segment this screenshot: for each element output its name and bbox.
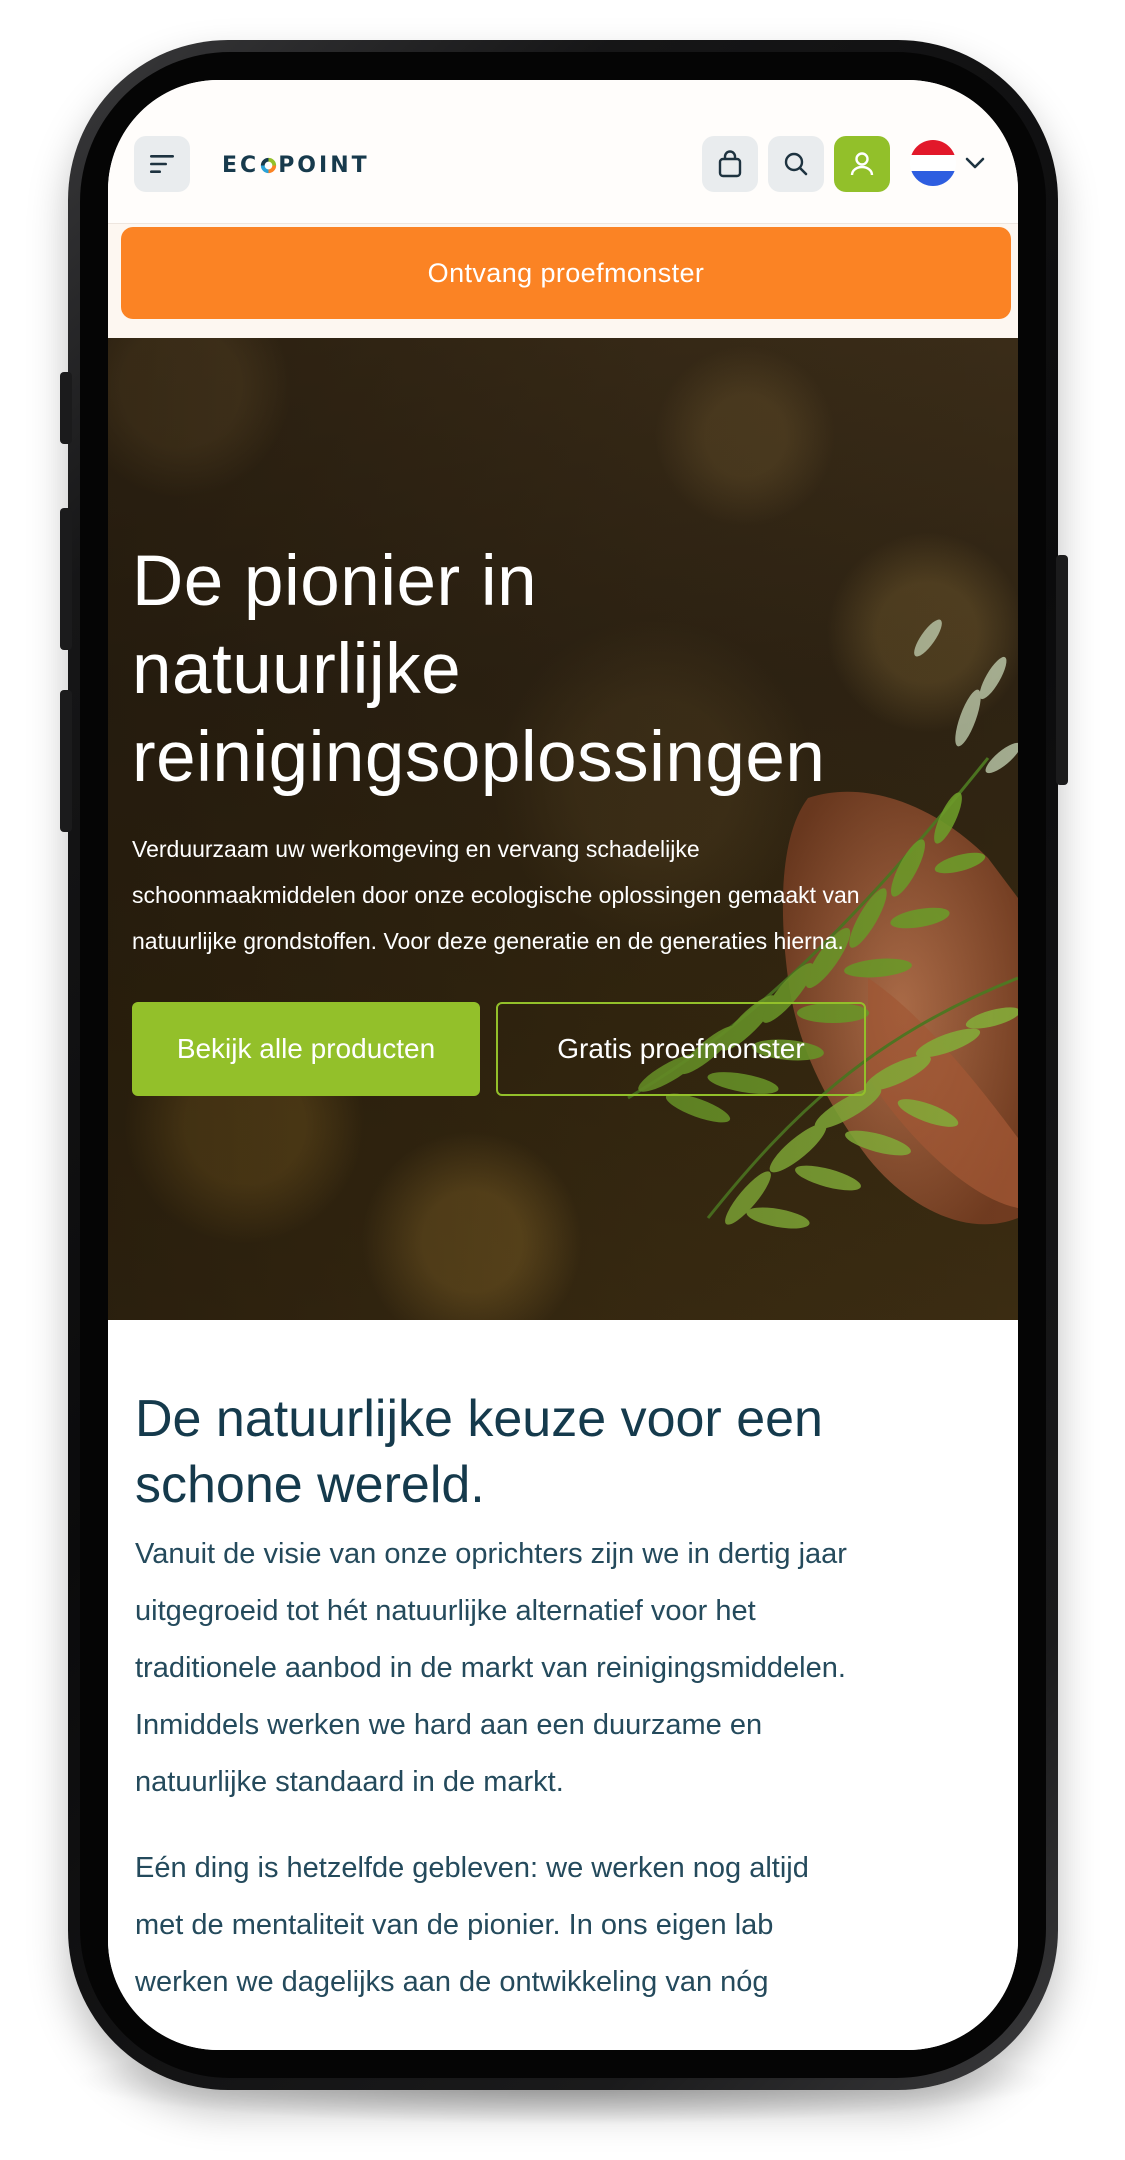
power-button bbox=[1056, 555, 1068, 785]
search-button[interactable] bbox=[768, 136, 824, 192]
paragraph-line: met de mentaliteit van de pionier. In on… bbox=[135, 1909, 774, 1941]
section-title: De natuurlijke keuze voor een schone wer… bbox=[135, 1386, 995, 1518]
user-icon bbox=[850, 152, 874, 176]
paragraph-line: Vanuit de visie van onze oprichters zijn… bbox=[135, 1538, 847, 1570]
intro-section: De natuurlijke keuze voor een schone wer… bbox=[108, 1320, 1018, 2050]
account-button[interactable] bbox=[834, 136, 890, 192]
volume-down-button bbox=[60, 690, 72, 832]
mute-switch bbox=[60, 372, 72, 444]
hero-subtitle-line: Verduurzaam uw werkomgeving en vervang s… bbox=[132, 836, 700, 862]
hero-title: De pionier in natuurlijke reinigingsoplo… bbox=[132, 538, 1012, 802]
hero-section: De pionier in natuurlijke reinigingsoplo… bbox=[108, 338, 1018, 1320]
logo-text-suffix: POINT bbox=[278, 152, 370, 178]
paragraph-line: uitgegroeid tot hét natuurlijke alternat… bbox=[135, 1595, 756, 1627]
ecopoint-logo[interactable]: EC POINT bbox=[222, 150, 370, 180]
logo-o-icon bbox=[261, 157, 277, 173]
paragraph-line: werken we dagelijks aan de ontwikkeling … bbox=[135, 1966, 769, 1998]
logo-text-prefix: EC bbox=[222, 152, 260, 178]
paragraph-line: natuurlijke standaard in de markt. bbox=[135, 1766, 564, 1798]
sample-bar: Ontvang proefmonster bbox=[108, 224, 1018, 338]
paragraph-line: Eén ding is hetzelfde gebleven: we werke… bbox=[135, 1852, 809, 1884]
hero-title-line: natuurlijke bbox=[132, 630, 462, 709]
hero-title-line: De pionier in bbox=[132, 542, 538, 621]
view-all-products-button[interactable]: Bekijk alle producten bbox=[132, 1002, 480, 1096]
section-title-line: De natuurlijke keuze voor een bbox=[135, 1390, 823, 1448]
site-header: EC POINT bbox=[108, 80, 1018, 224]
paragraph-line: Inmiddels werken we hard aan een duurzam… bbox=[135, 1709, 763, 1741]
hero-subtitle-line: natuurlijke grondstoffen. Voor deze gene… bbox=[132, 928, 844, 954]
paragraph-line: traditionele aanbod in de markt van rein… bbox=[135, 1652, 846, 1684]
menu-icon bbox=[150, 155, 174, 173]
volume-up-button bbox=[60, 508, 72, 650]
phone-screen: EC POINT Ontvang proefmonster De pionier… bbox=[108, 80, 1018, 2050]
request-sample-button[interactable]: Ontvang proefmonster bbox=[121, 227, 1011, 319]
free-sample-button[interactable]: Gratis proefmonster bbox=[496, 1002, 866, 1096]
shopping-bag-icon bbox=[718, 150, 742, 178]
section-title-line: schone wereld. bbox=[135, 1456, 485, 1514]
dutch-flag-icon bbox=[910, 140, 956, 186]
hero-subtitle-line: schoonmaakmiddelen door onze ecologische… bbox=[132, 882, 860, 908]
intro-paragraph: Vanuit de visie van onze oprichters zijn… bbox=[135, 1526, 1005, 1811]
menu-button[interactable] bbox=[134, 136, 190, 192]
chevron-down-icon bbox=[965, 157, 985, 169]
cart-button[interactable] bbox=[702, 136, 758, 192]
hero-title-line: reinigingsoplossingen bbox=[132, 718, 826, 797]
hero-subtitle: Verduurzaam uw werkomgeving en vervang s… bbox=[132, 826, 1012, 964]
pioneer-paragraph: Eén ding is hetzelfde gebleven: we werke… bbox=[135, 1840, 1005, 2011]
search-icon bbox=[784, 152, 808, 176]
